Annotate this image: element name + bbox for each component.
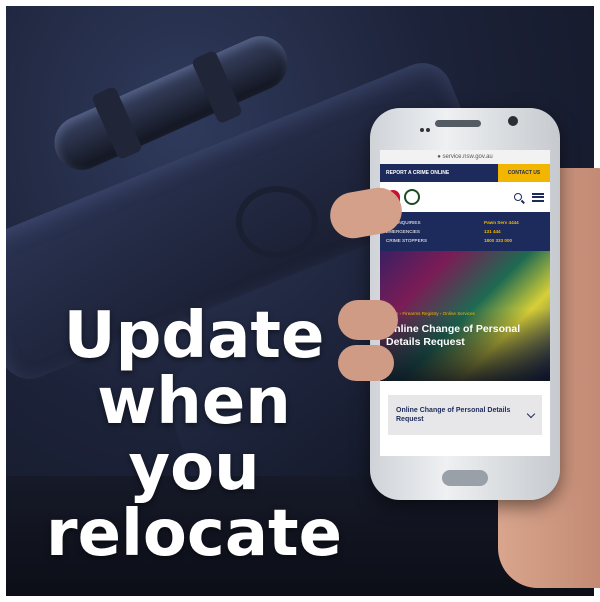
phone-speaker [435, 120, 481, 127]
headline-line-3: relocate [46, 497, 342, 571]
site-header [380, 182, 550, 212]
trigger-guard [236, 186, 318, 258]
chevron-down-icon [526, 409, 536, 418]
image-frame: Update when you relocate ● service.nsw.g… [0, 0, 600, 602]
contact-value[interactable]: Pawn Serv 4444 [484, 218, 544, 227]
contact-row: CRIME STOPPERS 1800 333 000 [386, 236, 544, 245]
finger [338, 345, 394, 381]
phone-screen: ● service.nsw.gov.au REPORT A CRIME ONLI… [380, 150, 550, 456]
contact-label: CRIME STOPPERS [386, 238, 428, 243]
breadcrumb[interactable]: Home › Firearms Registry › Online Servic… [386, 311, 475, 316]
sensor-dots [420, 119, 432, 132]
headline-line-2: when you [97, 365, 291, 505]
contact-us-button[interactable]: CONTACT US [498, 164, 550, 182]
contact-label: EMERGENCIES [386, 229, 420, 234]
finger [338, 300, 398, 340]
menu-icon[interactable] [532, 192, 544, 202]
contact-value[interactable]: 1800 333 000 [484, 236, 544, 245]
address-bar[interactable]: ● service.nsw.gov.au [380, 150, 550, 164]
report-crime-link[interactable]: REPORT A CRIME ONLINE [380, 164, 498, 182]
police-badge-icon [404, 189, 420, 205]
page-title: Online Change of Personal Details Reques… [386, 323, 521, 348]
contact-value[interactable]: 131 444 [484, 227, 544, 236]
contact-label: ALL ENQUIRIES [386, 220, 421, 225]
home-button [442, 470, 488, 486]
contact-row: ALL ENQUIRIES Pawn Serv 4444 [386, 218, 544, 227]
contact-row: EMERGENCIES 131 444 [386, 227, 544, 236]
smartphone: ● service.nsw.gov.au REPORT A CRIME ONLI… [370, 108, 560, 500]
headline-line-1: Update [63, 299, 325, 373]
accordion-item[interactable]: Online Change of Personal Details Reques… [388, 395, 542, 435]
utility-bar: REPORT A CRIME ONLINE CONTACT US [380, 164, 550, 182]
camera-icon [508, 116, 518, 126]
headline: Update when you relocate [44, 303, 344, 567]
search-icon[interactable] [514, 193, 522, 201]
hero-banner: Home › Firearms Registry › Online Servic… [380, 251, 550, 381]
accordion-label: Online Change of Personal Details Reques… [396, 407, 511, 423]
contact-numbers: ALL ENQUIRIES Pawn Serv 4444 EMERGENCIES… [380, 212, 550, 251]
